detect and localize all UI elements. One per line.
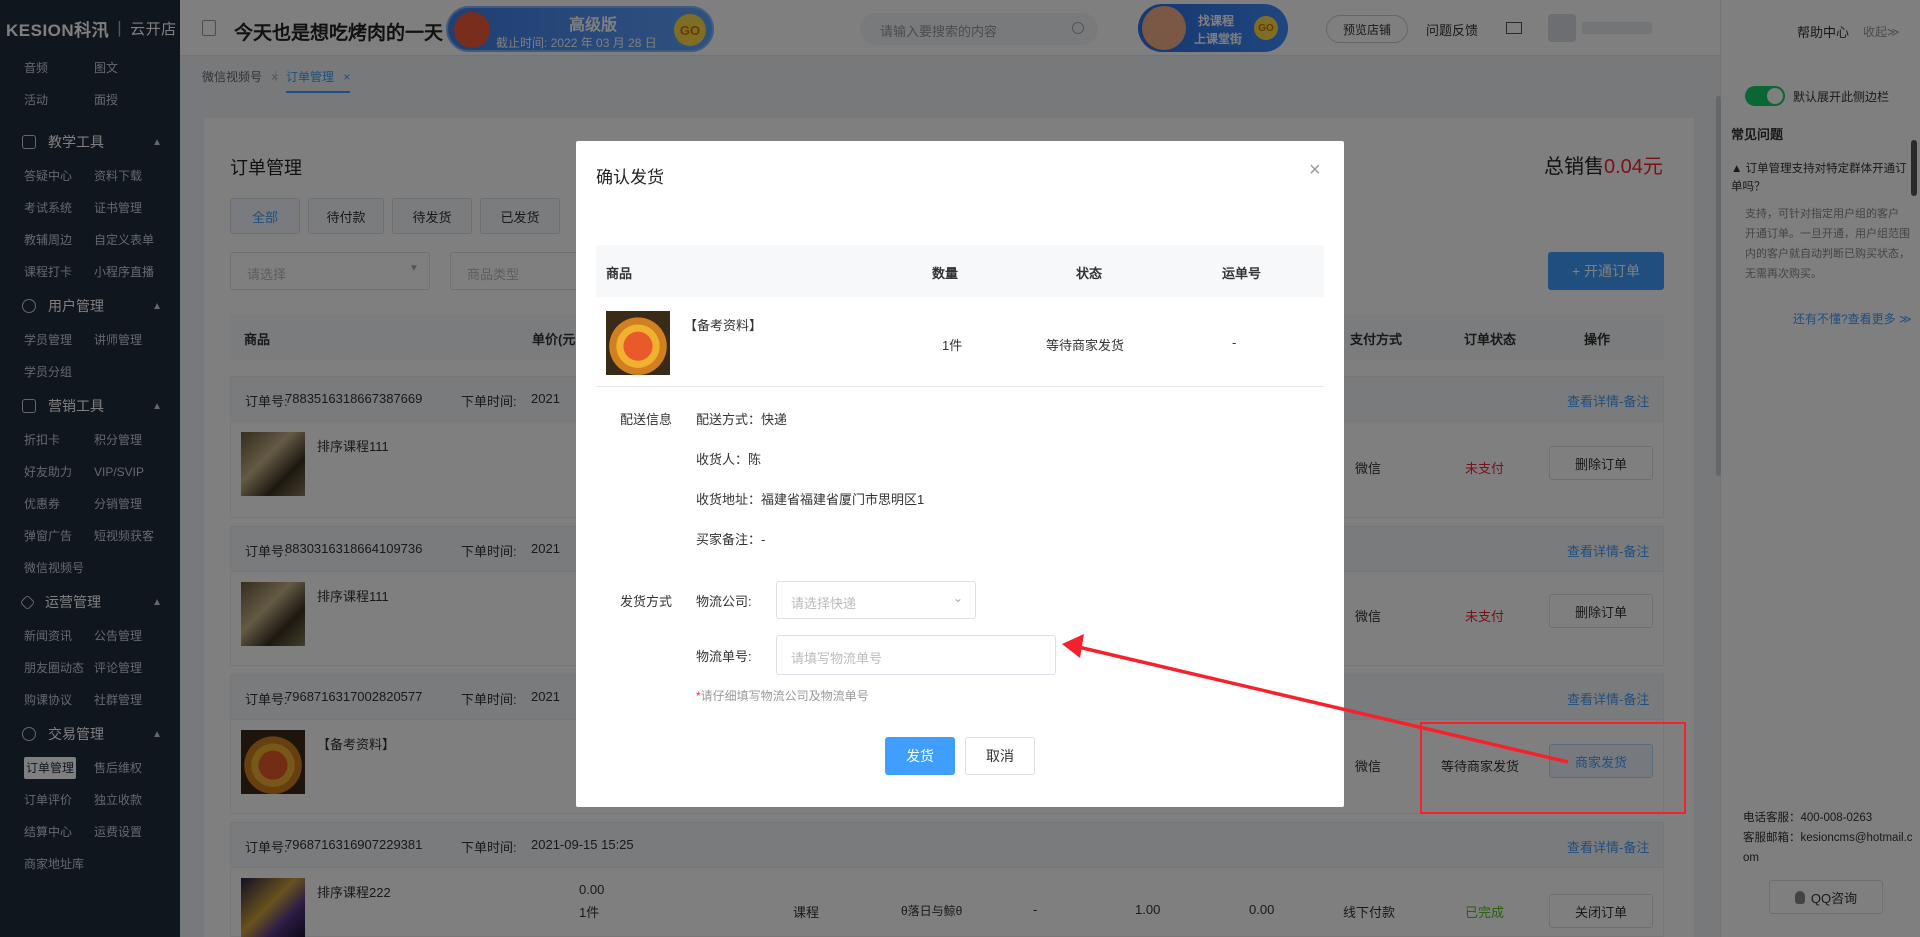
annotation-arrow [1062, 634, 1569, 764]
